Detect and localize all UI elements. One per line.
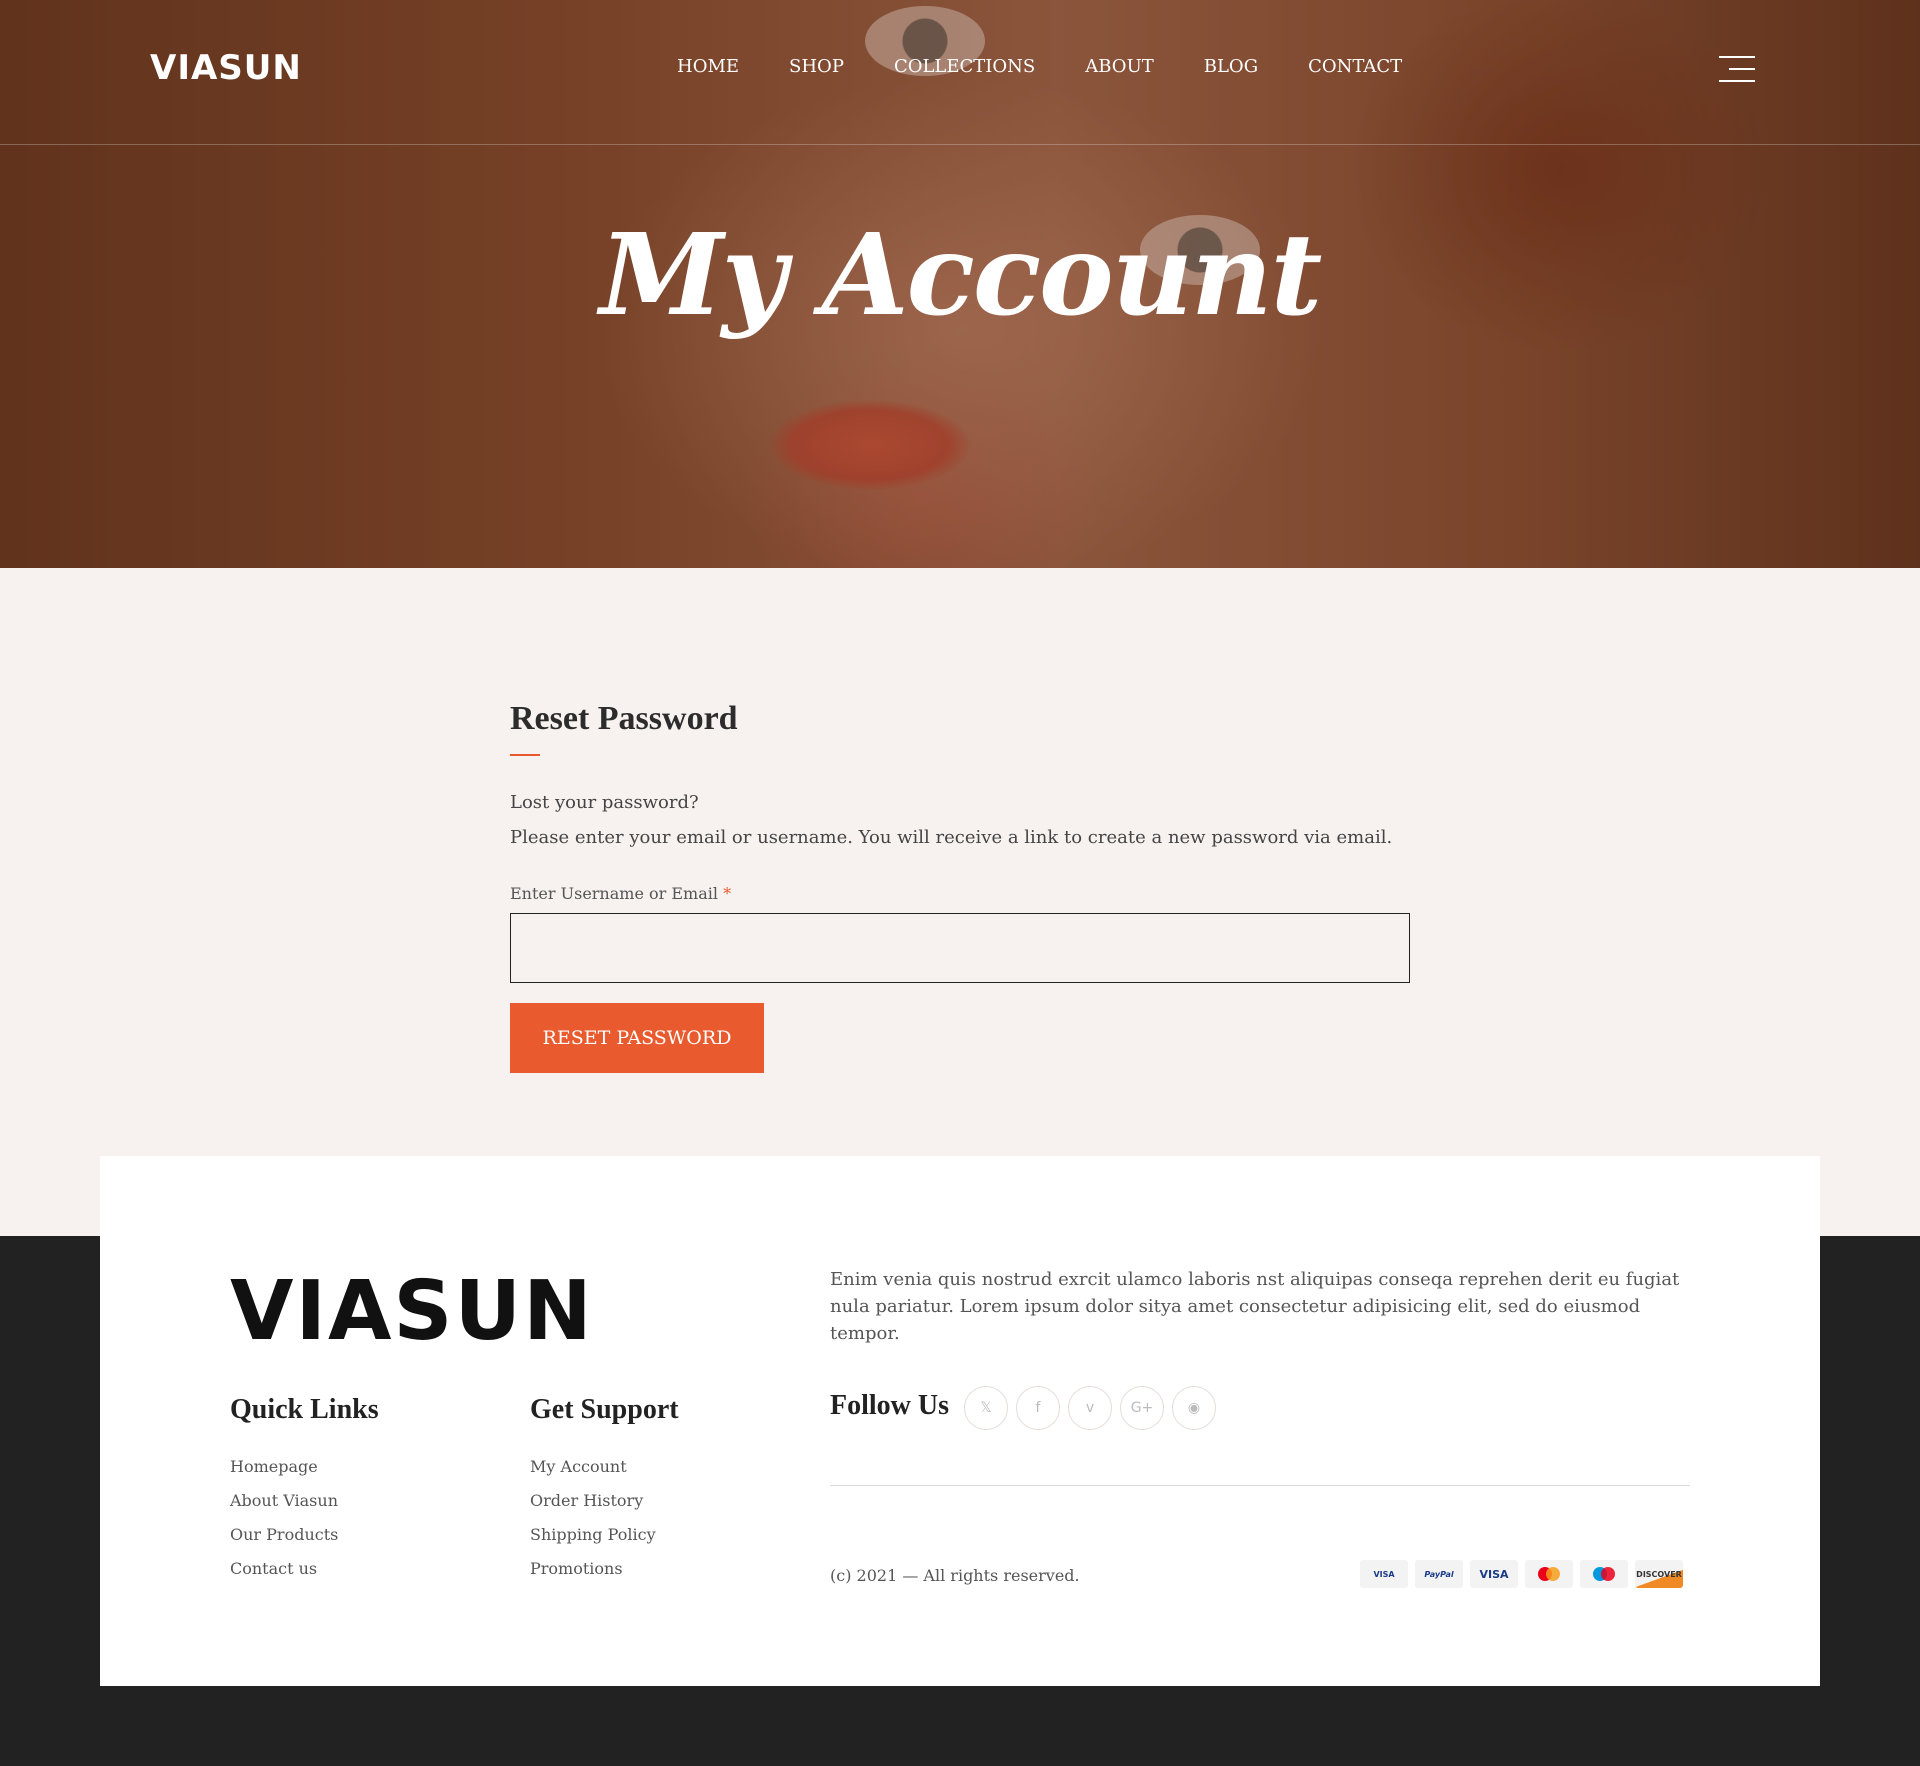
visa-icon: VISA — [1470, 1560, 1518, 1588]
username-email-label: Enter Username or Email * — [510, 884, 1410, 903]
mastercard-icon — [1525, 1560, 1573, 1588]
footer-link-contact[interactable]: Contact us — [230, 1552, 338, 1586]
footer-logo[interactable]: VIASUN — [230, 1264, 594, 1359]
title-accent-line — [510, 754, 540, 756]
footer-link-products[interactable]: Our Products — [230, 1518, 338, 1552]
footer-link-promotions[interactable]: Promotions — [530, 1552, 656, 1586]
footer-about-text: Enim venia quis nostrud exrcit ulamco la… — [830, 1269, 1680, 1344]
visa-electron-icon: VISA — [1360, 1560, 1408, 1588]
quick-links-title: Quick Links — [230, 1394, 379, 1425]
nav-item-collections[interactable]: COLLECTIONS — [894, 56, 1035, 77]
paypal-icon: PayPal — [1415, 1560, 1463, 1588]
copyright-text: (c) 2021 — All rights reserved. — [830, 1566, 1080, 1585]
follow-us-title: Follow Us — [830, 1390, 949, 1421]
section-title: Reset Password — [510, 700, 738, 737]
required-mark: * — [723, 884, 732, 903]
username-email-input[interactable] — [510, 913, 1410, 983]
nav-item-about[interactable]: ABOUT — [1085, 56, 1154, 77]
get-support-title: Get Support — [530, 1394, 679, 1425]
instagram-icon[interactable]: ◉ — [1172, 1386, 1216, 1430]
header-logo[interactable]: VIASUN — [150, 48, 302, 88]
facebook-icon[interactable]: f — [1016, 1386, 1060, 1430]
header-divider — [0, 144, 1920, 145]
reset-password-button[interactable]: RESET PASSWORD — [510, 1003, 764, 1073]
discover-icon: DISCOVER — [1635, 1560, 1683, 1588]
main-nav: HOME SHOP COLLECTIONS ABOUT BLOG CONTACT — [677, 56, 1452, 77]
footer-link-homepage[interactable]: Homepage — [230, 1450, 338, 1484]
google-plus-icon[interactable]: G+ — [1120, 1386, 1164, 1430]
hero-banner: VIASUN HOME SHOP COLLECTIONS ABOUT BLOG … — [0, 0, 1920, 568]
vimeo-icon[interactable]: v — [1068, 1386, 1112, 1430]
username-email-label-text: Enter Username or Email — [510, 884, 718, 903]
instructions-text: Please enter your email or username. You… — [510, 827, 1393, 848]
footer-link-order-history[interactable]: Order History — [530, 1484, 656, 1518]
reset-password-section: Reset Password Lost your password? Pleas… — [510, 700, 1410, 1073]
footer-link-about[interactable]: About Viasun — [230, 1484, 338, 1518]
nav-item-home[interactable]: HOME — [677, 56, 739, 77]
quick-links-list: Homepage About Viasun Our Products Conta… — [230, 1450, 338, 1586]
maestro-icon — [1580, 1560, 1628, 1588]
nav-item-shop[interactable]: SHOP — [789, 56, 844, 77]
footer-link-my-account[interactable]: My Account — [530, 1450, 656, 1484]
nav-item-contact[interactable]: CONTACT — [1308, 56, 1402, 77]
footer-link-shipping-policy[interactable]: Shipping Policy — [530, 1518, 656, 1552]
page-title: My Account — [599, 210, 1323, 341]
footer: VIASUN Enim venia quis nostrud exrcit ul… — [100, 1156, 1820, 1686]
nav-item-blog[interactable]: BLOG — [1204, 56, 1258, 77]
support-links-list: My Account Order History Shipping Policy… — [530, 1450, 656, 1586]
payment-methods: VISA PayPal VISA DISCOVER — [1360, 1560, 1683, 1588]
lost-password-text: Lost your password? — [510, 792, 699, 813]
social-links: 𝕏 f v G+ ◉ — [964, 1386, 1216, 1430]
footer-divider — [830, 1485, 1690, 1486]
twitter-icon[interactable]: 𝕏 — [964, 1386, 1008, 1430]
hamburger-icon[interactable] — [1719, 56, 1755, 82]
